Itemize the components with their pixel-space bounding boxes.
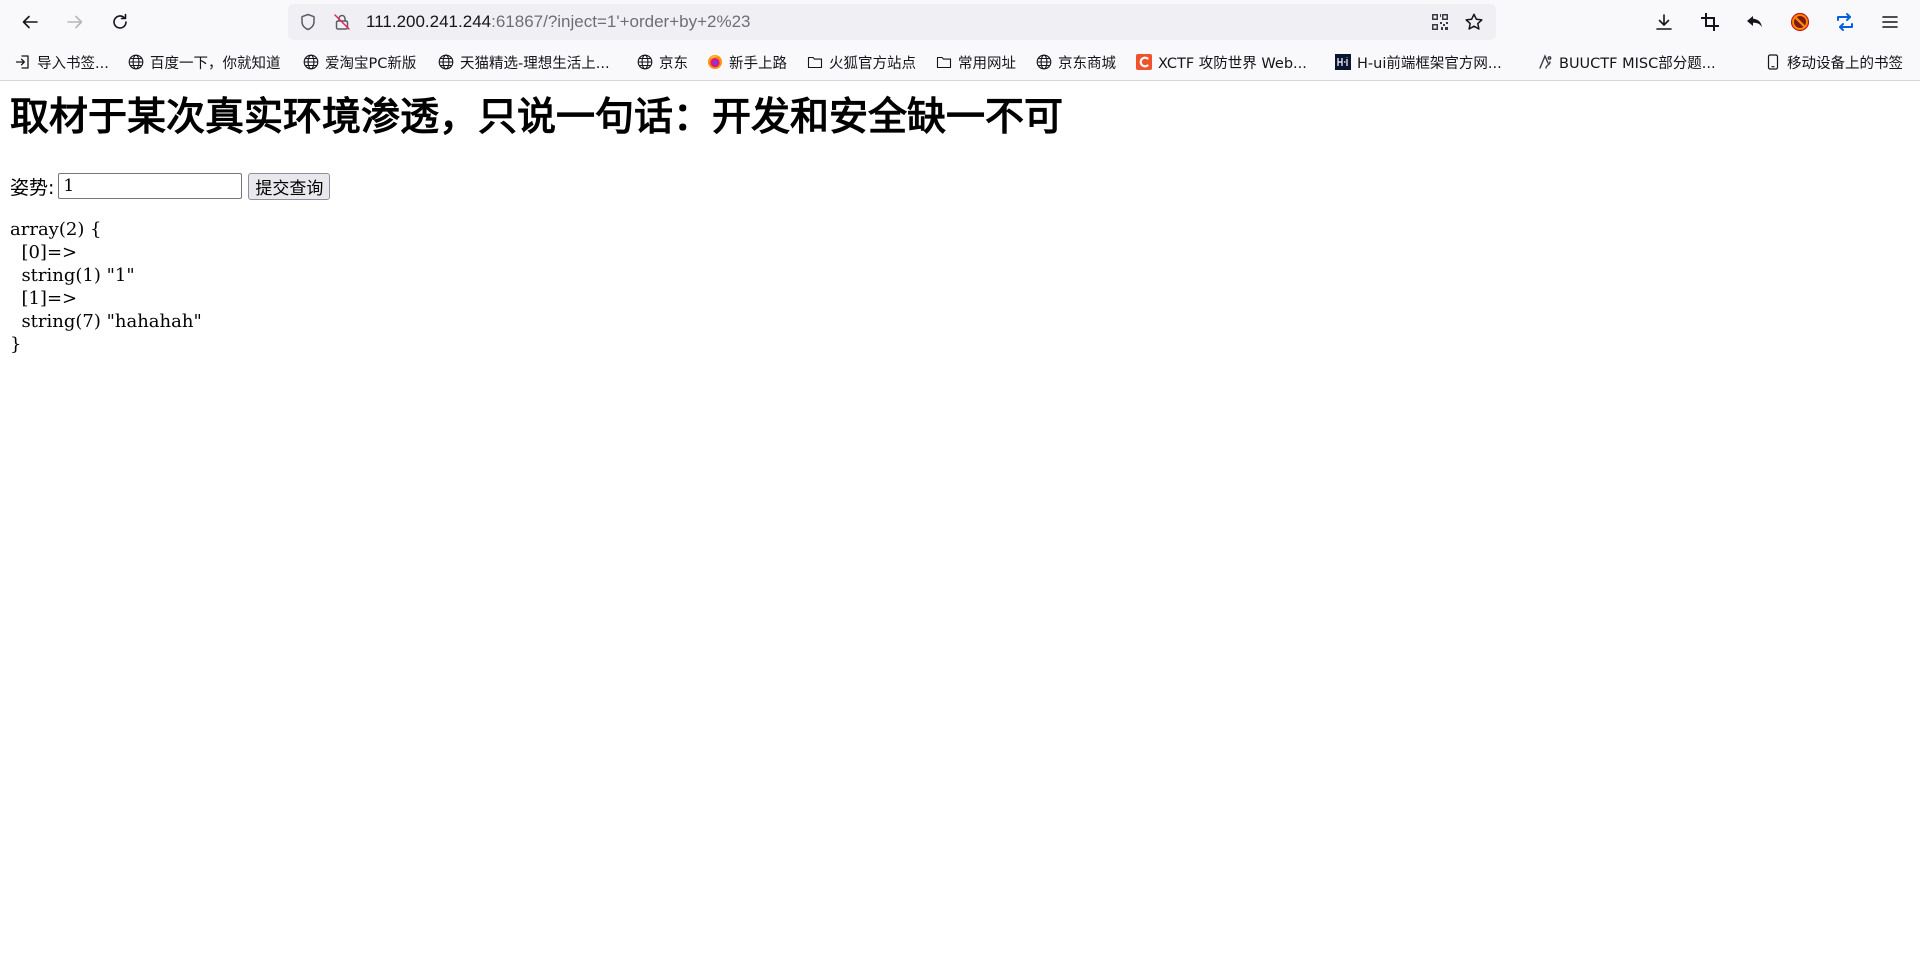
folder-icon xyxy=(935,53,953,71)
bookmark-label: 爱淘宝PC新版 xyxy=(325,55,417,72)
bookmark-label: 导入书签... xyxy=(37,55,109,72)
bookmark-item-jd-mall[interactable]: 京东商城 xyxy=(1035,52,1116,72)
inject-label: 姿势: xyxy=(10,176,55,199)
submit-query-button[interactable]: 提交查询 xyxy=(248,172,331,200)
mobile-icon xyxy=(1764,53,1782,71)
hui-logo-icon xyxy=(1334,53,1352,71)
bookmark-item-jd[interactable]: 京东 xyxy=(636,52,688,72)
url-host: 111.200.241.244 xyxy=(366,12,492,31)
download-icon xyxy=(1656,14,1672,30)
buuctf-logo-icon xyxy=(1536,53,1554,71)
xctf-logo-icon xyxy=(1135,53,1153,71)
bookmark-label: BUUCTF MISC部分题... xyxy=(1559,55,1716,72)
tracking-shield-icon[interactable] xyxy=(298,12,318,32)
globe-icon xyxy=(636,53,654,71)
url-text[interactable]: 111.200.241.244:61867/?inject=1'+order+b… xyxy=(366,13,751,31)
bookmark-label: 京东 xyxy=(659,55,688,72)
bookmark-label: XCTF 攻防世界 Web... xyxy=(1158,55,1307,72)
screenshot-crop-button[interactable] xyxy=(1696,8,1724,36)
arrow-left-icon xyxy=(22,15,38,29)
globe-icon xyxy=(127,53,145,71)
page-title: 取材于某次真实环境渗透，只说一句话：开发和安全缺一不可 xyxy=(10,95,1064,140)
crop-icon xyxy=(1701,13,1719,31)
extension-blocker-button[interactable] xyxy=(1786,8,1814,36)
undo-arrow-icon xyxy=(1747,16,1762,28)
bookmark-item-baidu[interactable]: 百度一下，你就知道 xyxy=(127,52,281,72)
reload-icon xyxy=(113,13,127,29)
bookmark-label: 天猫精选-理想生活上... xyxy=(460,55,610,72)
bookmark-label: 常用网址 xyxy=(958,55,1016,72)
bookmark-item-xctf[interactable]: XCTF 攻防世界 Web... xyxy=(1135,52,1307,72)
back-button[interactable] xyxy=(14,6,46,38)
bookmark-item-import[interactable]: 导入书签... xyxy=(14,52,109,72)
inject-form: 姿势: 提交查询 xyxy=(10,172,331,200)
browser-toolbar: 111.200.241.244:61867/?inject=1'+order+b… xyxy=(0,0,1920,44)
hamburger-menu-icon xyxy=(1882,16,1898,28)
no-entry-extension-icon xyxy=(1790,12,1810,32)
var-dump-output: array(2) { [0]=> string(1) "1" [1]=> str… xyxy=(10,219,202,355)
bookmark-item-tmall[interactable]: 天猫精选-理想生活上... xyxy=(437,52,610,72)
inject-input[interactable] xyxy=(58,173,243,199)
url-bar[interactable]: 111.200.241.244:61867/?inject=1'+order+b… xyxy=(288,4,1496,40)
forward-button[interactable] xyxy=(59,6,91,38)
bookmark-item-hui[interactable]: H-ui前端框架官方网... xyxy=(1334,52,1502,72)
reload-button[interactable] xyxy=(104,6,136,38)
bookmark-star-icon[interactable] xyxy=(1464,12,1484,32)
qr-code-icon[interactable] xyxy=(1430,12,1450,32)
bookmark-folder-firefox-official[interactable]: 火狐官方站点 xyxy=(806,52,916,72)
folder-icon xyxy=(806,53,824,71)
url-path: :61867/?inject=1'+order+by+2%23 xyxy=(491,12,751,31)
bookmark-label: 京东商城 xyxy=(1058,55,1116,72)
downloads-button[interactable] xyxy=(1650,8,1678,36)
bookmark-label: 新手上路 xyxy=(729,55,787,72)
bookmarks-toolbar: 导入书签... 百度一下，你就知道 爱淘宝PC新版 天猫精选-理想生活上... … xyxy=(0,44,1920,81)
import-icon xyxy=(14,53,32,71)
bookmark-folder-common-sites[interactable]: 常用网址 xyxy=(935,52,1016,72)
undo-button[interactable] xyxy=(1741,8,1769,36)
arrow-right-icon xyxy=(67,15,83,29)
insecure-lock-icon[interactable] xyxy=(332,12,352,32)
bookmark-label: 火狐官方站点 xyxy=(829,55,916,72)
sync-button[interactable] xyxy=(1831,8,1859,36)
globe-icon xyxy=(302,53,320,71)
sync-arrows-icon xyxy=(1837,13,1853,31)
globe-icon xyxy=(1035,53,1053,71)
bookmark-label: H-ui前端框架官方网... xyxy=(1357,55,1502,72)
bookmark-item-buuctf[interactable]: BUUCTF MISC部分题... xyxy=(1536,52,1716,72)
globe-icon xyxy=(437,53,455,71)
firefox-icon xyxy=(706,53,724,71)
page-content: 取材于某次真实环境渗透，只说一句话：开发和安全缺一不可 姿势: 提交查询 arr… xyxy=(0,81,1920,971)
app-menu-button[interactable] xyxy=(1876,8,1904,36)
bookmark-label: 移动设备上的书签 xyxy=(1787,55,1903,72)
bookmark-label: 百度一下，你就知道 xyxy=(150,55,281,72)
bookmark-item-aitaobao[interactable]: 爱淘宝PC新版 xyxy=(302,52,416,72)
bookmark-folder-mobile[interactable]: 移动设备上的书签 xyxy=(1764,52,1903,72)
bookmark-item-getting-started[interactable]: 新手上路 xyxy=(706,52,787,72)
